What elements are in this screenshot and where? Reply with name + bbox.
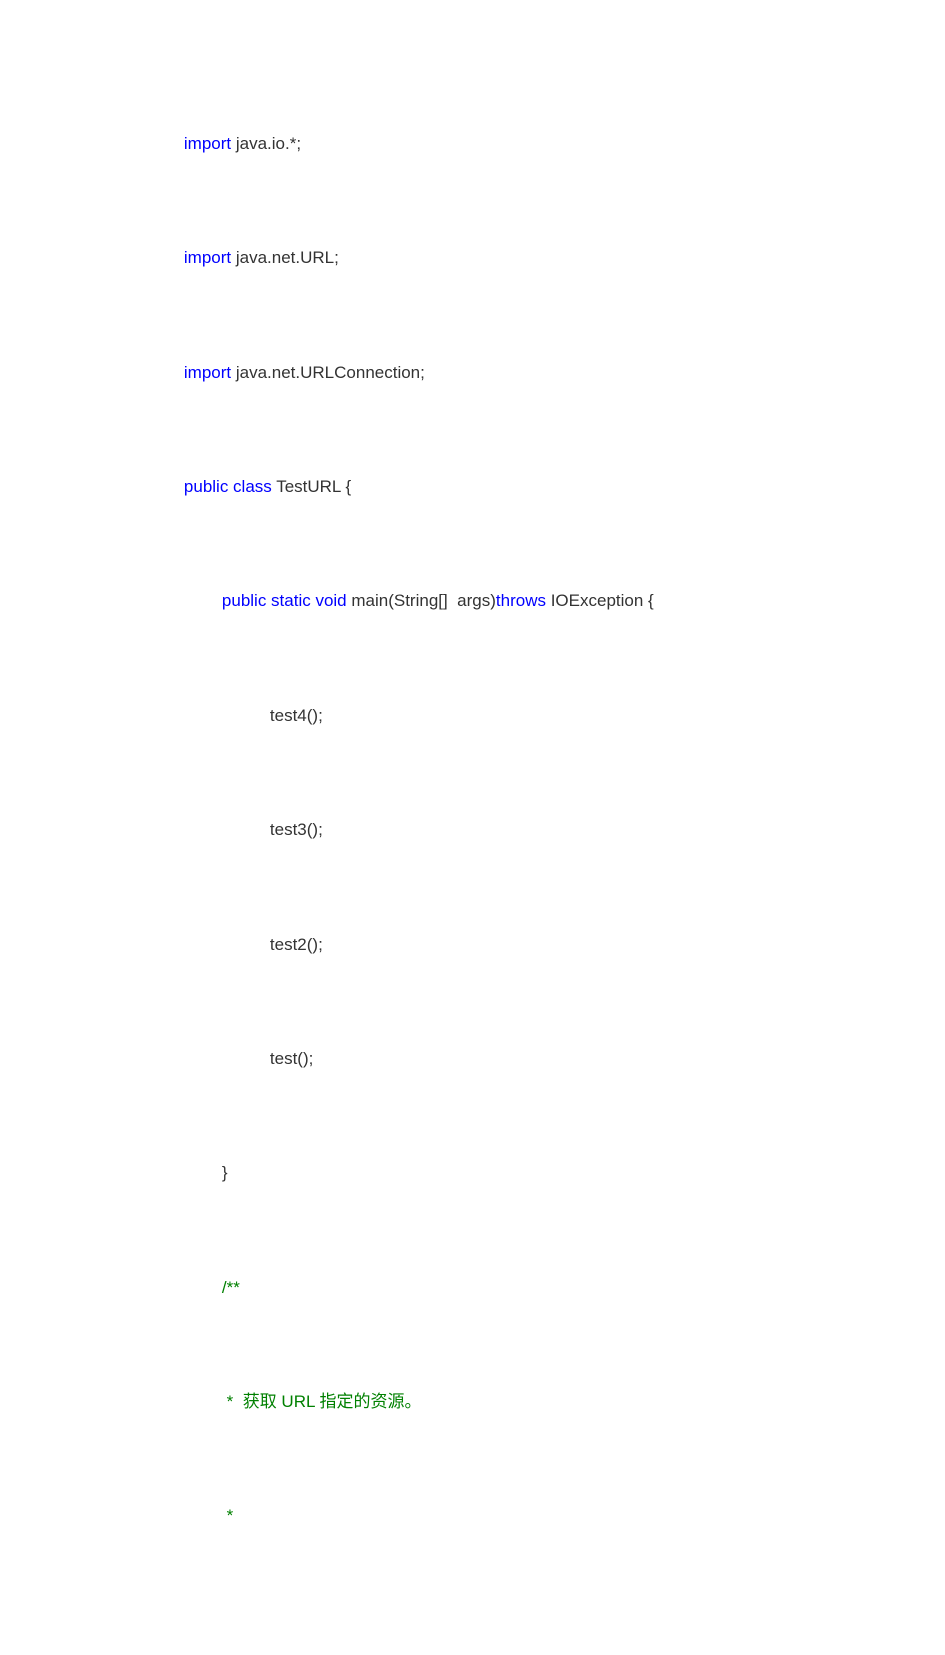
statement-test4: test4(); bbox=[165, 680, 785, 751]
statement-test2: test2(); bbox=[165, 909, 785, 980]
comment-text: * bbox=[222, 1506, 233, 1525]
keyword-public-class: public class bbox=[184, 477, 272, 496]
exception-type: IOException { bbox=[546, 591, 654, 610]
import-target: java.io.*; bbox=[231, 134, 301, 153]
class-name: TestURL { bbox=[272, 477, 351, 496]
comment-text: /** bbox=[222, 1278, 240, 1297]
import-statement-1: import java.io.*; bbox=[165, 108, 785, 179]
import-statement-3: import java.net.URLConnection; bbox=[165, 337, 785, 408]
class-declaration: public class TestURL { bbox=[165, 451, 785, 522]
javadoc-open: /** bbox=[165, 1252, 785, 1323]
comment-text: * 获取 URL 指定的资源。 bbox=[222, 1392, 422, 1411]
method-call: test2(); bbox=[270, 935, 323, 954]
keyword-import: import bbox=[184, 248, 231, 267]
brace: } bbox=[222, 1163, 228, 1182]
method-call: test3(); bbox=[270, 820, 323, 839]
method-call: test4(); bbox=[270, 706, 323, 725]
import-statement-2: import java.net.URL; bbox=[165, 222, 785, 293]
method-declaration-main: public static void main(String[] args)th… bbox=[165, 566, 785, 637]
import-target: java.net.URL; bbox=[231, 248, 339, 267]
keyword-public-static-void: public static void bbox=[222, 591, 347, 610]
method-signature: main(String[] args) bbox=[347, 591, 496, 610]
statement-test3: test3(); bbox=[165, 794, 785, 865]
import-target: java.net.URLConnection; bbox=[231, 363, 425, 382]
statement-test: test(); bbox=[165, 1023, 785, 1094]
keyword-import: import bbox=[184, 363, 231, 382]
javadoc-line: * 获取 URL 指定的资源。 bbox=[165, 1366, 785, 1437]
javadoc-line-empty: * bbox=[165, 1481, 785, 1552]
close-brace-main: } bbox=[165, 1138, 785, 1209]
keyword-import: import bbox=[184, 134, 231, 153]
code-document: import java.io.*; import java.net.URL; i… bbox=[0, 0, 945, 1655]
keyword-throws: throws bbox=[496, 591, 546, 610]
method-call: test(); bbox=[270, 1049, 313, 1068]
